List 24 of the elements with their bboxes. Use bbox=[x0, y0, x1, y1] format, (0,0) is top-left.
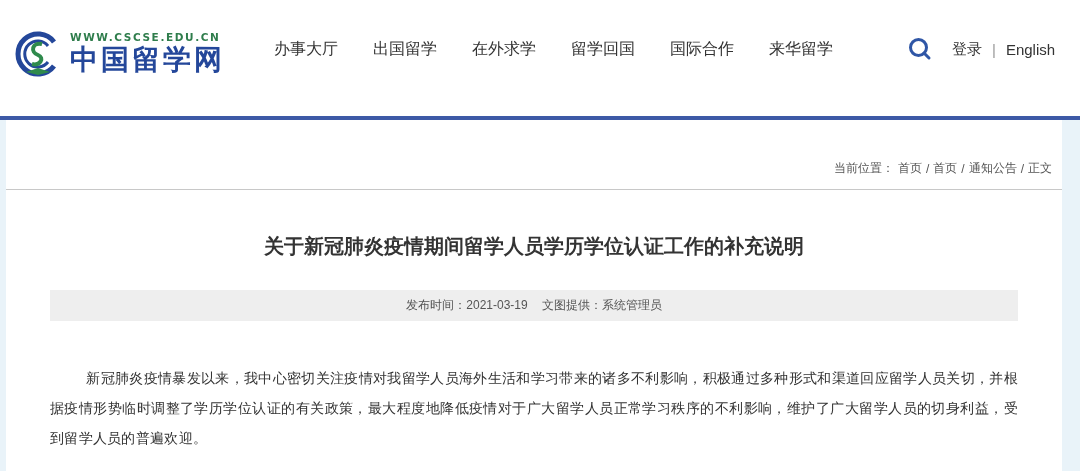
nav-link[interactable]: 留学回国 bbox=[571, 38, 635, 60]
logo-url: WWW.CSCSE.EDU.CN bbox=[70, 31, 222, 44]
meta-text: 文图提供：系统管理员 bbox=[541, 297, 662, 314]
breadcrumb-link[interactable]: 正文 bbox=[1028, 160, 1052, 177]
breadcrumb-separator: / bbox=[1020, 161, 1024, 176]
language-link[interactable]: English bbox=[1005, 40, 1056, 58]
nav-link[interactable]: 在外求学 bbox=[472, 38, 536, 60]
breadcrumb-separator: / bbox=[925, 161, 930, 176]
nav-link[interactable]: 来华留学 bbox=[769, 38, 833, 60]
breadcrumb-separator: / bbox=[961, 161, 965, 176]
separator: | bbox=[992, 40, 996, 58]
nav-link[interactable]: 出国留学 bbox=[373, 38, 437, 60]
meta-text: 发布时间：2021-03-19 bbox=[406, 297, 528, 314]
breadcrumb-link[interactable]: 首页 bbox=[897, 160, 922, 177]
breadcrumb-link[interactable]: 首页 bbox=[933, 160, 958, 177]
nav-link[interactable]: 办事大厅 bbox=[274, 38, 338, 60]
breadcrumb-label: 当前位置： bbox=[833, 160, 894, 177]
login-link[interactable]: 登录 bbox=[952, 39, 982, 59]
nav-link[interactable]: 国际合作 bbox=[670, 38, 734, 60]
article-paragraph: 新冠肺炎疫情暴发以来，我中心密切关注疫情对我留学人员海外生活和学习带来的诸多不利影响，积极通过多种形式和渠道回应留学人员关切，并根据疫情形势临时调整了学历学位认证的有关政策，最大程度地降低疫情对于广大留学人员正常学习秩序的不利影响，维护了广大留学人员的切身利益，受到留学人员的普遍欢迎。 bbox=[50, 369, 1018, 448]
search-icon[interactable] bbox=[908, 37, 932, 61]
article-title: 关于新冠肺炎疫情期间留学人员学历学位认证工作的补充说明 bbox=[263, 234, 805, 259]
site-name: 中国留学网 bbox=[70, 43, 225, 77]
breadcrumb-link[interactable]: 通知公告 bbox=[968, 160, 1017, 177]
